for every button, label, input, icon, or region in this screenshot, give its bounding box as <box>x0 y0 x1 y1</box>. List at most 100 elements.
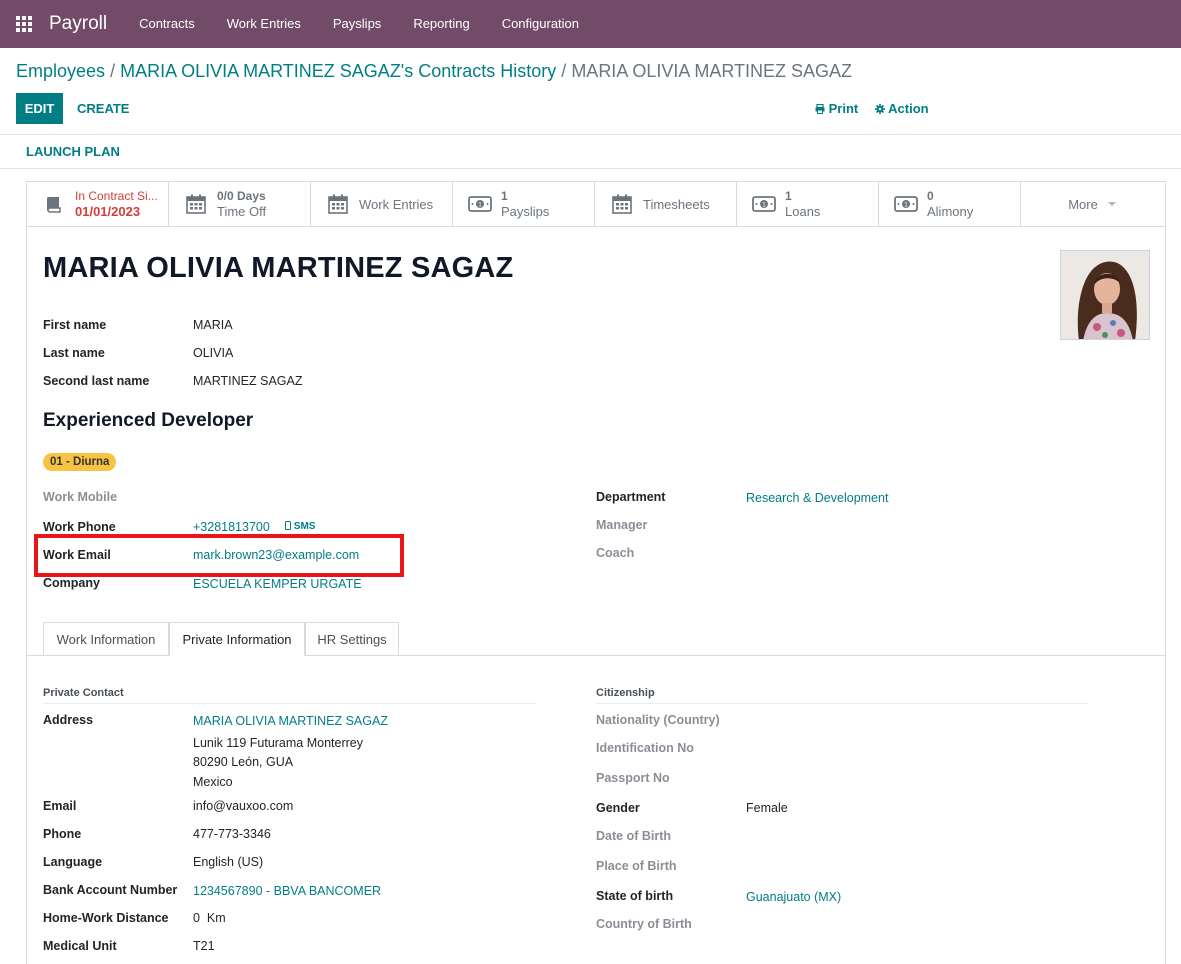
coach-label: Coach <box>596 546 635 560</box>
tab-private-information[interactable]: Private Information <box>169 622 305 656</box>
passport-label: Passport No <box>596 771 670 785</box>
menu-reporting[interactable]: Reporting <box>397 0 485 48</box>
print-button[interactable]: Print <box>815 101 858 116</box>
book-icon <box>41 193 67 215</box>
job-title[interactable]: Experienced Developer <box>43 410 253 432</box>
address-line-2: 80290 León, GUA <box>193 755 294 769</box>
company-value[interactable]: ESCUELA KEMPER URGATE <box>193 577 362 591</box>
divider <box>0 134 1181 135</box>
place-of-birth-label: Place of Birth <box>596 859 677 873</box>
breadcrumb-current: MARIA OLIVIA MARTINEZ SAGAZ <box>571 61 853 81</box>
print-label: Print <box>828 101 859 116</box>
address-label: Address <box>43 713 94 727</box>
sms-button[interactable]: SMS <box>285 521 315 532</box>
work-phone-value[interactable]: +3281813700 <box>193 520 270 534</box>
app-name[interactable]: Payroll <box>49 13 107 35</box>
calendar-icon <box>183 193 209 215</box>
divider <box>0 168 1181 169</box>
edit-button[interactable]: EDIT <box>16 93 63 124</box>
medical-unit-value[interactable]: T21 <box>193 939 215 953</box>
date-of-birth-label: Date of Birth <box>596 829 671 843</box>
work-entries-smart-button[interactable]: Work Entries <box>311 182 453 226</box>
private-email-value[interactable]: info@vauxoo.com <box>193 799 293 813</box>
tab-hr-settings[interactable]: HR Settings <box>305 622 399 656</box>
work-mobile-label: Work Mobile <box>43 490 118 504</box>
employee-avatar[interactable] <box>1060 250 1150 340</box>
work-phone-label: Work Phone <box>43 520 116 534</box>
gender-label: Gender <box>596 801 640 815</box>
state-of-birth-value[interactable]: Guanajuato (MX) <box>746 890 841 904</box>
action-button[interactable]: Action <box>875 101 929 116</box>
address-contact-name[interactable]: MARIA OLIVIA MARTINEZ SAGAZ <box>193 714 388 728</box>
menu-contracts[interactable]: Contracts <box>123 0 211 48</box>
alimony-smart-button[interactable]: 1 0 Alimony <box>879 182 1021 226</box>
apps-menu-icon[interactable] <box>0 0 48 48</box>
category-tag[interactable]: 01 - Diurna <box>43 453 117 471</box>
breadcrumb-employees[interactable]: Employees <box>16 61 105 81</box>
second-last-name-value[interactable]: MARTINEZ SAGAZ <box>193 374 303 388</box>
time-off-smart-button[interactable]: 0/0 Days Time Off <box>169 182 311 226</box>
smart-button-box: In Contract Si... 01/01/2023 0/0 Days Ti… <box>27 182 1165 227</box>
distance-number: 0 <box>193 911 200 925</box>
more-smart-button[interactable]: More <box>1021 182 1163 226</box>
action-label: Action <box>888 101 929 116</box>
money-icon: 1 <box>893 193 919 215</box>
last-name-value[interactable]: OLIVIA <box>193 346 233 360</box>
manager-label: Manager <box>596 518 648 532</box>
loans-label: Loans <box>785 204 821 219</box>
form-sheet: In Contract Si... 01/01/2023 0/0 Days Ti… <box>26 181 1166 964</box>
mobile-icon <box>285 521 291 530</box>
first-name-label: First name <box>43 318 107 332</box>
company-label: Company <box>43 576 100 590</box>
svg-text:1: 1 <box>904 202 908 209</box>
medical-unit-label: Medical Unit <box>43 939 117 953</box>
alimony-label: Alimony <box>927 204 974 219</box>
sms-label: SMS <box>293 521 316 532</box>
last-name-label: Last name <box>43 346 105 360</box>
chevron-down-icon <box>1107 202 1116 206</box>
distance-unit: Km <box>206 911 226 925</box>
more-label: More <box>1068 196 1098 212</box>
private-contact-section-title: Private Contact <box>43 687 124 699</box>
calendar-icon <box>325 193 351 215</box>
address-line-3: Mexico <box>193 775 233 789</box>
money-icon: 1 <box>467 193 493 215</box>
language-value[interactable]: English (US) <box>193 855 263 869</box>
breadcrumb-separator: / <box>561 61 572 81</box>
tab-work-information[interactable]: Work Information <box>43 622 169 656</box>
alimony-count: 0 <box>927 189 934 203</box>
employee-name[interactable]: MARIA OLIVIA MARTINEZ SAGAZ <box>43 252 513 285</box>
svg-text:1: 1 <box>478 202 482 209</box>
launch-plan-button[interactable]: LAUNCH PLAN <box>26 144 120 159</box>
breadcrumb-separator: / <box>110 61 121 81</box>
department-value[interactable]: Research & Development <box>746 491 888 505</box>
breadcrumb-contracts-history[interactable]: MARIA OLIVIA MARTINEZ SAGAZ's Contracts … <box>120 61 556 81</box>
time-off-label: Time Off <box>217 204 267 219</box>
loans-smart-button[interactable]: 1 1 Loans <box>737 182 879 226</box>
section-divider <box>43 703 536 704</box>
bank-account-value[interactable]: 1234567890 - BBVA BANCOMER <box>193 884 381 898</box>
menu-work-entries[interactable]: Work Entries <box>211 0 317 48</box>
payslips-smart-button[interactable]: 1 1 Payslips <box>453 182 595 226</box>
work-entries-label: Work Entries <box>359 196 434 212</box>
svg-text:1: 1 <box>762 202 766 209</box>
payslips-label: Payslips <box>501 204 550 219</box>
menu-payslips[interactable]: Payslips <box>317 0 397 48</box>
first-name-value[interactable]: MARIA <box>193 318 233 332</box>
gender-value[interactable]: Female <box>746 801 788 815</box>
section-divider <box>596 703 1089 704</box>
language-label: Language <box>43 855 103 869</box>
private-phone-value[interactable]: 477-773-3346 <box>193 827 271 841</box>
create-button[interactable]: CREATE <box>77 93 129 124</box>
menu-configuration[interactable]: Configuration <box>486 0 595 48</box>
nationality-label: Nationality (Country) <box>596 713 720 727</box>
private-phone-label: Phone <box>43 827 82 841</box>
home-work-distance-value[interactable]: 0 Km <box>193 911 226 925</box>
country-of-birth-label: Country of Birth <box>596 917 692 931</box>
timesheets-smart-button[interactable]: Timesheets <box>595 182 737 226</box>
contract-smart-button[interactable]: In Contract Si... 01/01/2023 <box>27 182 169 226</box>
print-icon <box>815 103 825 114</box>
work-email-highlight-box <box>34 534 404 577</box>
private-email-label: Email <box>43 799 77 813</box>
contract-status: In Contract Si... <box>75 189 158 203</box>
